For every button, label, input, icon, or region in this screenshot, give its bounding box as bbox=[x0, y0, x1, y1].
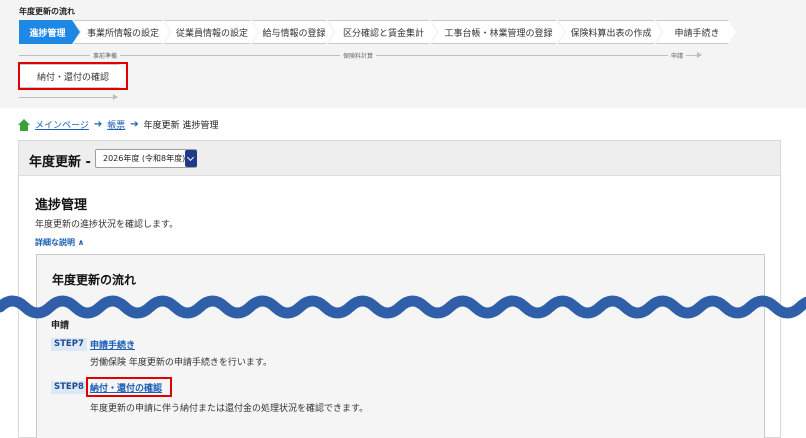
step-label: 保険料算出表の作成 bbox=[570, 28, 652, 39]
highlight-box bbox=[86, 377, 172, 397]
phase-arrow-icon bbox=[697, 52, 702, 58]
breadcrumb-current: 年度更新 進捗管理 bbox=[143, 121, 219, 131]
flow-title: 年度更新の流れ bbox=[19, 7, 75, 16]
step-office-settings[interactable]: 事業所情報の設定 bbox=[74, 20, 170, 44]
step-tag: STEP7 bbox=[51, 338, 87, 351]
breadcrumb-home-link[interactable]: メインページ bbox=[35, 118, 89, 131]
breadcrumb: メインページ ➔ 帳票 ➔ 年度更新 進捗管理 bbox=[18, 118, 219, 131]
step-employee-settings[interactable]: 従業員情報の設定 bbox=[164, 20, 258, 44]
step-premium-calculation[interactable]: 保険料算出表の作成 bbox=[558, 20, 662, 44]
group-label-apply: 申請 bbox=[51, 321, 70, 331]
wave-cutoff-icon bbox=[0, 295, 806, 319]
section-title: 進捗管理 bbox=[35, 198, 88, 213]
step7-application-link[interactable]: 申請手続き bbox=[90, 338, 135, 351]
step-label: 申請手続き bbox=[674, 28, 720, 39]
step-label: 区分確認と賃金集計 bbox=[342, 28, 424, 39]
section-description: 年度更新の進捗状況を確認します。 bbox=[35, 220, 179, 230]
arrow-right-icon: ➔ bbox=[93, 119, 103, 130]
highlight-box bbox=[18, 62, 128, 90]
step-construction-forestry[interactable]: 工事台帳・林業管理の登録 bbox=[431, 20, 564, 44]
phase-label-prep: 事前準備 bbox=[90, 51, 121, 60]
step-description: 年度更新の申請に伴う納付または還付金の処理状況を確認できます。 bbox=[90, 404, 369, 414]
step-navigation: 進捗管理 事業所情報の設定 従業員情報の設定 給与情報の登録 区分確認と賃金集計… bbox=[19, 20, 730, 44]
phase-line bbox=[19, 97, 115, 98]
step-application[interactable]: 申請手続き bbox=[656, 20, 736, 44]
step-label: 給与情報の登録 bbox=[262, 28, 326, 39]
year-title: 年度更新 - bbox=[29, 155, 91, 170]
step-salary-registration[interactable]: 給与情報の登録 bbox=[252, 20, 334, 44]
arrow-right-icon: ➔ bbox=[130, 119, 139, 130]
step-label: 工事台帳・林業管理の登録 bbox=[444, 28, 553, 39]
chevron-down-icon[interactable] bbox=[185, 150, 197, 167]
breadcrumb-forms-link[interactable]: 帳票 bbox=[107, 118, 125, 131]
step-classification-wage[interactable]: 区分確認と賃金集計 bbox=[328, 20, 437, 44]
step-progress-management[interactable]: 進捗管理 bbox=[19, 20, 80, 44]
year-bar: 年度更新 - 2026年度 (令和8年度) bbox=[19, 141, 780, 176]
home-icon bbox=[18, 118, 30, 131]
step-label: 従業員情報の設定 bbox=[175, 28, 248, 39]
step-label: 進捗管理 bbox=[29, 28, 66, 39]
phase-label-calc: 保険料計算 bbox=[340, 51, 377, 60]
year-select[interactable]: 2026年度 (令和8年度) bbox=[95, 149, 197, 168]
step-description: 労働保険 年度更新の申請手続きを行います。 bbox=[90, 358, 272, 368]
phase-label-apply: 申請 bbox=[668, 51, 687, 60]
phase-arrow-icon bbox=[113, 94, 118, 100]
step-label: 事業所情報の設定 bbox=[86, 28, 159, 39]
step-tag: STEP8 bbox=[51, 381, 87, 394]
details-toggle[interactable]: 詳細な説明 ∧ bbox=[35, 237, 84, 248]
